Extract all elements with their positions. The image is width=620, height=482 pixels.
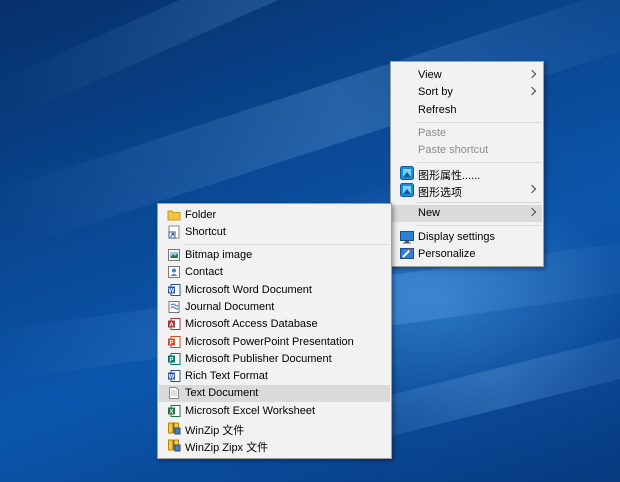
personalize-icon [400, 248, 414, 259]
menu-item-graphics-properties[interactable]: 图形属性...... [392, 165, 542, 182]
menu-item-refresh[interactable]: Refresh [392, 102, 542, 119]
new-submenu: Folder Shortcut Bitmap image Contact W M… [157, 203, 392, 459]
submenu-item-contact[interactable]: Contact [159, 264, 390, 281]
submenu-item-text-document[interactable]: Text Document [159, 385, 390, 402]
menu-item-display-settings[interactable]: Display settings [392, 229, 542, 246]
submenu-item-publisher-document[interactable]: P Microsoft Publisher Document [159, 351, 390, 368]
chevron-right-icon [527, 86, 537, 96]
monitor-icon [400, 231, 414, 244]
publisher-icon: P [168, 353, 181, 365]
svg-text:P: P [169, 340, 173, 346]
submenu-item-winzip-file-label: WinZip 文件 [185, 425, 245, 437]
rtf-icon: W [168, 370, 181, 382]
submenu-item-access-database[interactable]: A Microsoft Access Database [159, 316, 390, 333]
submenu-item-shortcut[interactable]: Shortcut [159, 224, 390, 241]
chevron-right-icon [527, 69, 537, 79]
menu-item-new-label: New [418, 207, 441, 219]
folder-icon [167, 210, 181, 221]
menu-item-personalize[interactable]: Personalize [392, 246, 542, 263]
submenu-item-winzip-file[interactable]: WinZip 文件 [159, 420, 390, 437]
svg-text:P: P [169, 357, 173, 363]
access-icon: A [168, 318, 181, 330]
submenu-item-contact-label: Contact [185, 266, 223, 278]
submenu-item-excel-worksheet[interactable]: X Microsoft Excel Worksheet [159, 403, 390, 420]
menu-item-graphics-options-label: 图形选项 [418, 187, 462, 199]
svg-text:W: W [169, 288, 175, 294]
submenu-item-journal-document-label: Journal Document [185, 301, 275, 313]
menu-item-refresh-label: Refresh [418, 104, 457, 116]
menu-item-paste[interactable]: Paste [392, 125, 542, 142]
submenu-item-folder-label: Folder [185, 209, 217, 221]
journal-icon [168, 301, 180, 313]
menu-separator [417, 202, 541, 203]
submenu-item-publisher-document-label: Microsoft Publisher Document [185, 353, 332, 365]
submenu-item-winzip-zipx-file[interactable]: WinZip Zipx 文件 [159, 437, 390, 454]
graphics-icon [400, 183, 414, 197]
submenu-item-bitmap-image[interactable]: Bitmap image [159, 247, 390, 264]
menu-item-personalize-label: Personalize [418, 248, 476, 260]
chevron-right-icon [527, 207, 537, 217]
submenu-item-rich-text-format-label: Rich Text Format [185, 370, 268, 382]
svg-text:A: A [169, 322, 174, 328]
menu-item-paste-shortcut-label: Paste shortcut [418, 144, 489, 156]
excel-icon: X [168, 405, 181, 417]
submenu-item-bitmap-image-label: Bitmap image [185, 249, 253, 261]
shortcut-icon [168, 225, 180, 239]
menu-item-graphics-options[interactable]: 图形选项 [392, 182, 542, 199]
submenu-item-excel-worksheet-label: Microsoft Excel Worksheet [185, 405, 316, 417]
menu-separator [417, 162, 541, 163]
powerpoint-icon: P [168, 336, 181, 348]
submenu-item-word-document-label: Microsoft Word Document [185, 284, 312, 296]
menu-item-new[interactable]: New [392, 205, 542, 222]
menu-separator [184, 244, 389, 245]
graphics-icon [400, 166, 414, 180]
svg-text:W: W [169, 374, 175, 380]
winzip-icon [168, 422, 181, 435]
chevron-right-icon [527, 184, 537, 194]
submenu-item-access-database-label: Microsoft Access Database [185, 318, 318, 330]
menu-separator [417, 225, 541, 226]
menu-item-view[interactable]: View [392, 67, 542, 84]
svg-text:X: X [169, 409, 173, 415]
menu-item-display-settings-label: Display settings [418, 231, 496, 243]
menu-item-view-label: View [418, 69, 442, 81]
bitmap-icon [168, 249, 180, 261]
submenu-item-powerpoint-presentation-label: Microsoft PowerPoint Presentation [185, 336, 354, 348]
submenu-item-folder[interactable]: Folder [159, 207, 390, 224]
menu-item-paste-label: Paste [418, 127, 447, 139]
winzip-icon [168, 439, 181, 452]
menu-item-sort-by-label: Sort by [418, 86, 453, 98]
submenu-item-word-document[interactable]: W Microsoft Word Document [159, 282, 390, 299]
contact-icon [168, 266, 180, 278]
menu-item-sort-by[interactable]: Sort by [392, 84, 542, 101]
submenu-item-rich-text-format[interactable]: W Rich Text Format [159, 368, 390, 385]
menu-separator [417, 122, 541, 123]
word-icon: W [168, 284, 181, 296]
submenu-item-powerpoint-presentation[interactable]: P Microsoft PowerPoint Presentation [159, 334, 390, 351]
submenu-item-journal-document[interactable]: Journal Document [159, 299, 390, 316]
submenu-item-text-document-label: Text Document [185, 387, 259, 399]
submenu-item-shortcut-label: Shortcut [185, 226, 226, 238]
submenu-item-winzip-zipx-file-label: WinZip Zipx 文件 [185, 442, 269, 454]
text-document-icon [169, 387, 179, 399]
menu-item-paste-shortcut[interactable]: Paste shortcut [392, 142, 542, 159]
menu-item-graphics-properties-label: 图形属性...... [418, 170, 481, 182]
desktop-context-menu: View Sort by Refresh Paste Paste shortcu… [390, 61, 544, 267]
